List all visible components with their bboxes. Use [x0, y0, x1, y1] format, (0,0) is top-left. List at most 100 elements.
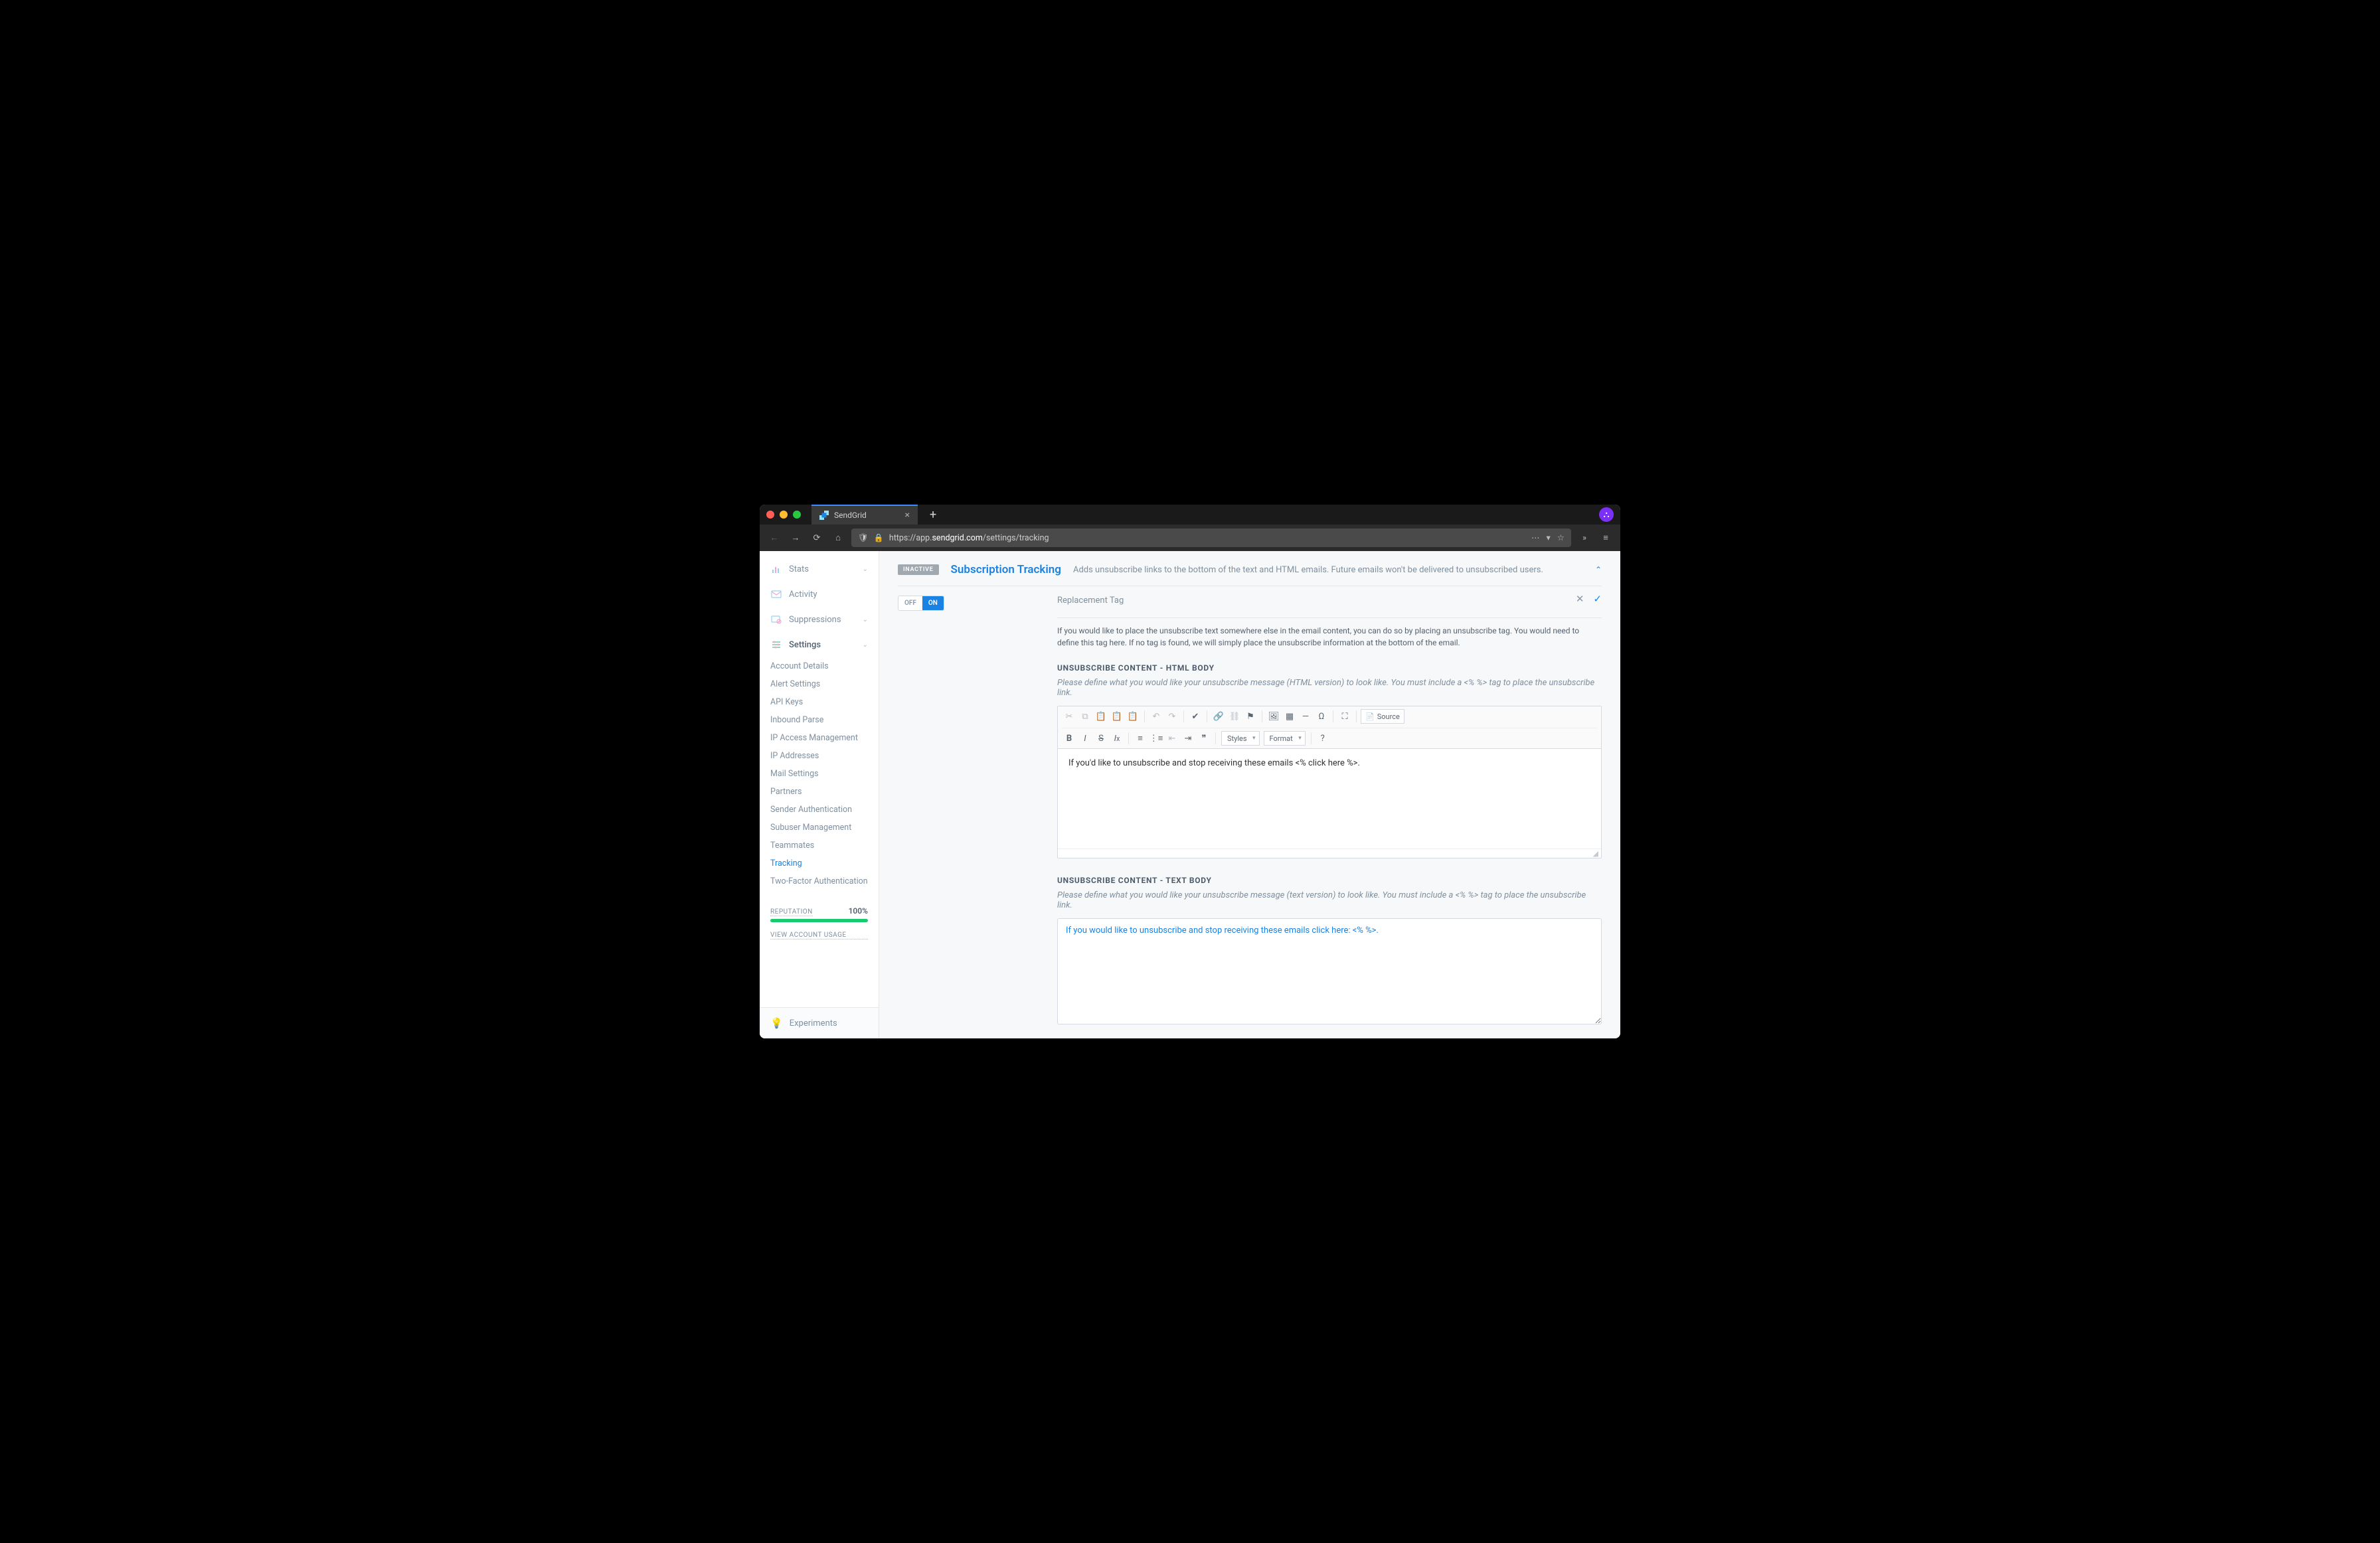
subnav-subuser-management[interactable]: Subuser Management	[760, 819, 879, 837]
tab-close-icon[interactable]: ×	[905, 511, 910, 520]
subnav-two-factor-authentication[interactable]: Two-Factor Authentication	[760, 872, 879, 890]
spellcheck-icon[interactable]: ✔	[1188, 709, 1203, 724]
hamburger-menu-button[interactable]: ≡	[1598, 530, 1614, 546]
lock-icon: 🔒	[874, 533, 884, 542]
subnav-inbound-parse[interactable]: Inbound Parse	[760, 711, 879, 729]
on-off-toggle[interactable]: OFF ON	[898, 596, 944, 611]
sendgrid-favicon-icon	[819, 511, 829, 520]
subnav-ip-addresses[interactable]: IP Addresses	[760, 747, 879, 765]
redo-icon[interactable]: ↷	[1165, 709, 1179, 724]
editor-resize-handle[interactable]: ◢	[1058, 849, 1601, 858]
indent-icon[interactable]: ⇥	[1181, 731, 1195, 746]
setting-title: Subscription Tracking	[951, 563, 1061, 576]
source-button[interactable]: 📄 Source	[1361, 709, 1404, 724]
special-char-icon[interactable]: Ω	[1314, 709, 1329, 724]
format-dropdown[interactable]: Format	[1264, 731, 1306, 746]
help-icon[interactable]: ?	[1316, 731, 1330, 746]
bold-icon[interactable]: B	[1062, 731, 1076, 746]
nav-forward-button[interactable]: →	[788, 530, 804, 546]
sidebar-item-settings[interactable]: Settings ⌄	[760, 632, 879, 657]
maximize-icon[interactable]: ⛶	[1337, 709, 1352, 724]
setting-description: Adds unsubscribe links to the bottom of …	[1073, 565, 1543, 575]
subnav-partners[interactable]: Partners	[760, 783, 879, 801]
window-minimize-button[interactable]	[780, 511, 788, 519]
sliders-icon	[770, 639, 782, 651]
settings-submenu: Account Details Alert Settings API Keys …	[760, 657, 879, 896]
nav-home-button[interactable]: ⌂	[830, 530, 846, 546]
shield-icon: 🛡	[858, 533, 869, 543]
anchor-icon[interactable]: ⚑	[1243, 709, 1258, 724]
paste-word-icon[interactable]: 📋	[1126, 709, 1140, 724]
italic-icon[interactable]: I	[1078, 731, 1092, 746]
text-body-heading: UNSUBSCRIBE CONTENT - TEXT BODY	[1057, 876, 1602, 885]
reputation-block: REPUTATION 100%	[760, 901, 879, 922]
cut-icon[interactable]: ✂	[1062, 709, 1076, 724]
ellipsis-icon[interactable]: ⋯	[1531, 532, 1540, 543]
undo-icon[interactable]: ↶	[1149, 709, 1163, 724]
rich-text-editor: ✂ ⧉ 📋 📋 📋 ↶ ↷ ✔ 🔗 ⛓	[1057, 706, 1602, 858]
tab-title: SendGrid	[834, 511, 867, 520]
window-zoom-button[interactable]	[793, 511, 801, 519]
sidebar-item-label: Suppressions	[789, 615, 841, 625]
text-body-textarea[interactable]	[1057, 918, 1602, 1024]
replacement-tag-help: If you would like to place the unsubscri…	[1057, 625, 1602, 649]
unlink-icon[interactable]: ⛓	[1227, 709, 1242, 724]
strikethrough-icon[interactable]: S	[1094, 731, 1108, 746]
sidebar-item-activity[interactable]: Activity	[760, 582, 879, 607]
page-content: Stats ⌄ Activity Suppressions ⌄	[760, 551, 1620, 1038]
hr-icon[interactable]: —	[1298, 709, 1313, 724]
subnav-teammates[interactable]: Teammates	[760, 837, 879, 854]
subnav-api-keys[interactable]: API Keys	[760, 693, 879, 711]
browser-tab[interactable]: SendGrid ×	[811, 505, 918, 525]
chevron-down-icon: ⌄	[863, 641, 868, 649]
table-icon[interactable]: ▦	[1282, 709, 1297, 724]
window-controls	[766, 511, 801, 519]
reader-icon[interactable]: ▾	[1547, 532, 1551, 543]
html-body-hint: Please define what you would like your u…	[1057, 678, 1602, 698]
cancel-button[interactable]: ✕	[1576, 593, 1584, 605]
editor-content[interactable]: If you'd like to unsubscribe and stop re…	[1058, 749, 1601, 849]
setting-header: INACTIVE Subscription Tracking Adds unsu…	[898, 551, 1602, 586]
window-close-button[interactable]	[766, 511, 774, 519]
sidebar-item-suppressions[interactable]: Suppressions ⌄	[760, 607, 879, 632]
bulleted-list-icon[interactable]: ⋮≡	[1149, 731, 1163, 746]
private-browsing-icon: ⛬	[1599, 507, 1614, 522]
envelope-block-icon	[770, 613, 782, 625]
subnav-alert-settings[interactable]: Alert Settings	[760, 675, 879, 693]
subnav-tracking[interactable]: Tracking	[760, 854, 879, 872]
text-body-hint: Please define what you would like your u…	[1057, 890, 1602, 910]
subnav-sender-authentication[interactable]: Sender Authentication	[760, 801, 879, 819]
save-button[interactable]: ✓	[1593, 593, 1602, 605]
chevron-up-icon[interactable]: ⌃	[1595, 565, 1602, 574]
reputation-label: REPUTATION	[770, 908, 813, 916]
outdent-icon[interactable]: ⇤	[1165, 731, 1179, 746]
overflow-button[interactable]: »	[1576, 530, 1592, 546]
subnav-mail-settings[interactable]: Mail Settings	[760, 765, 879, 783]
nav-reload-button[interactable]: ⟳	[809, 530, 825, 546]
paste-text-icon[interactable]: 📋	[1110, 709, 1124, 724]
new-tab-button[interactable]: +	[923, 508, 943, 522]
subnav-account-details[interactable]: Account Details	[760, 657, 879, 675]
envelope-icon	[770, 588, 782, 600]
sidebar: Stats ⌄ Activity Suppressions ⌄	[760, 551, 879, 1038]
status-badge: INACTIVE	[898, 564, 939, 575]
copy-icon[interactable]: ⧉	[1078, 709, 1092, 724]
numbered-list-icon[interactable]: ≡	[1133, 731, 1148, 746]
image-icon[interactable]: 🖼	[1266, 709, 1281, 724]
reputation-bar	[770, 919, 868, 922]
bookmark-icon[interactable]: ☆	[1557, 532, 1565, 543]
toggle-off-label: OFF	[898, 596, 922, 610]
styles-dropdown[interactable]: Styles	[1221, 731, 1260, 746]
nav-back-button[interactable]: ←	[766, 530, 782, 546]
url-text: https://app.sendgrid.com/settings/tracki…	[889, 533, 1049, 543]
sidebar-item-stats[interactable]: Stats ⌄	[760, 556, 879, 582]
link-icon[interactable]: 🔗	[1211, 709, 1226, 724]
url-bar[interactable]: 🛡 🔒 https://app.sendgrid.com/settings/tr…	[851, 528, 1571, 547]
subnav-ip-access-management[interactable]: IP Access Management	[760, 729, 879, 747]
sidebar-item-experiments[interactable]: 💡 Experiments	[760, 1007, 879, 1038]
paste-icon[interactable]: 📋	[1094, 709, 1108, 724]
lightbulb-icon: 💡	[770, 1017, 783, 1029]
blockquote-icon[interactable]: ❞	[1197, 731, 1211, 746]
remove-format-icon[interactable]: Ix	[1110, 731, 1124, 746]
view-account-usage-link[interactable]: VIEW ACCOUNT USAGE	[770, 932, 868, 939]
